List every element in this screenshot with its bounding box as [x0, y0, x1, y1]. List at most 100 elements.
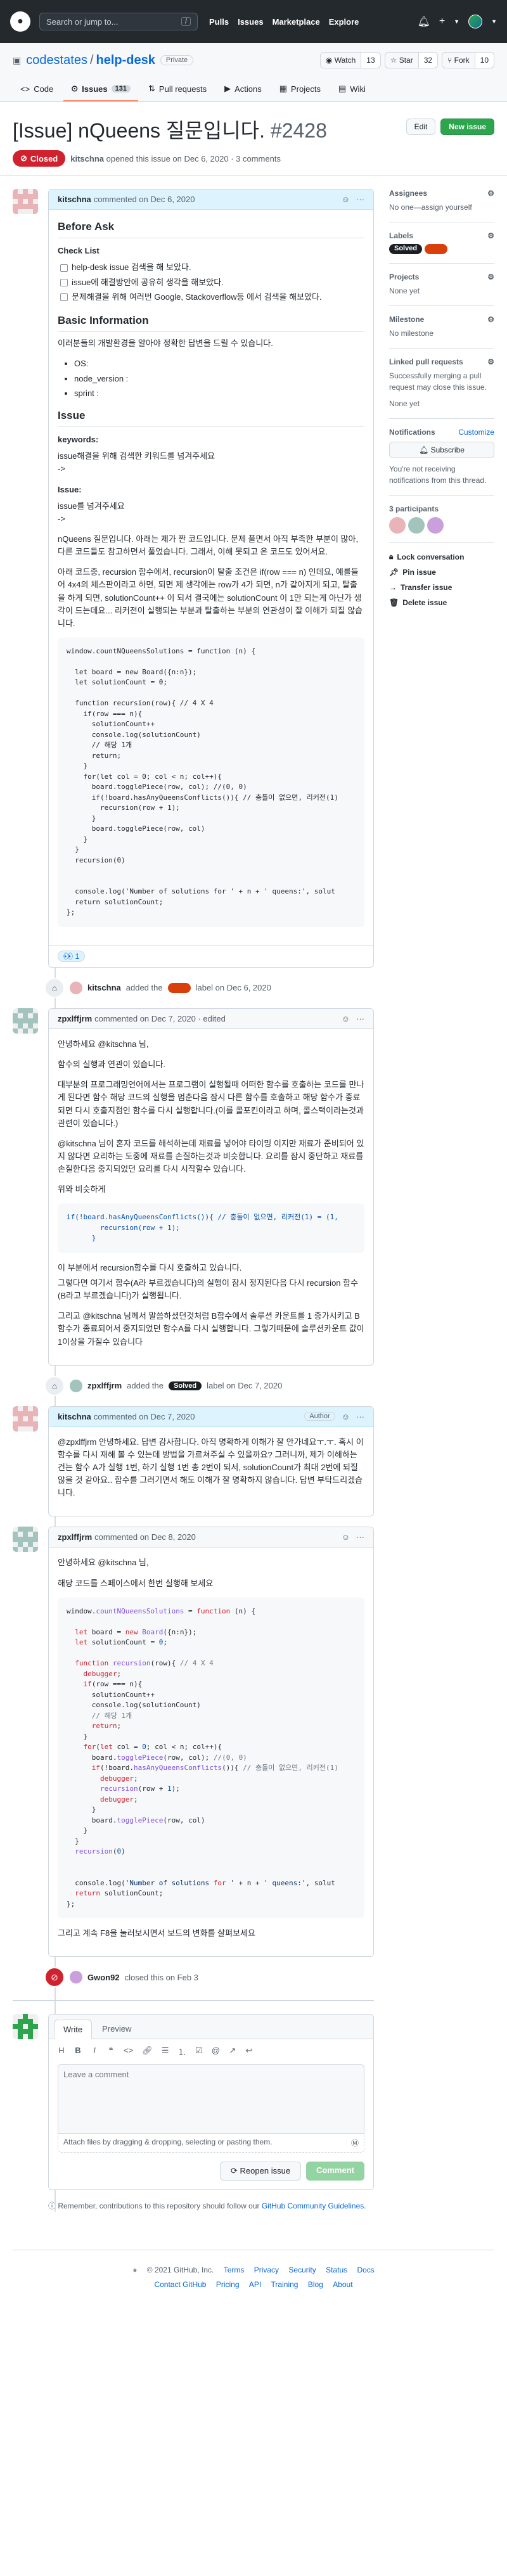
guidelines-link[interactable]: GitHub Community Guidelines [262, 2201, 364, 2210]
github-logo-icon[interactable]: ● [10, 11, 30, 32]
avatar[interactable] [70, 1971, 82, 1984]
footer-link[interactable]: Training [271, 2280, 298, 2289]
unordered-list-icon[interactable]: ☰ [162, 2046, 169, 2058]
search-input[interactable]: Search or jump to... / [39, 13, 198, 30]
avatar[interactable] [70, 1379, 82, 1392]
pin-issue-link[interactable]: 📌︎ Pin issue [389, 568, 494, 577]
tab-wiki[interactable]: ▤ Wiki [331, 77, 373, 101]
smiley-icon[interactable]: ☺ [342, 1412, 350, 1421]
label-chip[interactable]: Solved [389, 244, 423, 254]
italic-icon[interactable]: I [91, 2046, 98, 2058]
reaction-eyes[interactable]: 👀︎ 1 [58, 950, 86, 962]
footer-link[interactable]: About [333, 2280, 352, 2289]
checkbox[interactable] [60, 293, 68, 301]
label-chip[interactable] [167, 982, 191, 993]
file-attach-area[interactable]: Attach files by dragging & dropping, sel… [58, 2134, 364, 2153]
avatar[interactable] [389, 517, 406, 534]
avatar[interactable] [408, 517, 425, 534]
event-actor[interactable]: kitschna [87, 983, 121, 992]
footer-link[interactable]: Docs [357, 2265, 374, 2274]
link-icon[interactable]: 🔗︎ [142, 2046, 153, 2058]
fork-button[interactable]: ⑂ Fork 10 [442, 52, 494, 68]
comment-button[interactable]: Comment [306, 2162, 364, 2181]
comment-textarea[interactable]: Leave a comment [58, 2064, 364, 2134]
sidebar-labels[interactable]: Labels ⚙ Solved [389, 231, 494, 264]
code-icon[interactable]: <> [124, 2046, 133, 2058]
nav-marketplace[interactable]: Marketplace [273, 17, 320, 27]
nav-explore[interactable]: Explore [329, 17, 359, 27]
label-chip[interactable] [425, 244, 448, 254]
bell-icon[interactable]: 🔔︎ [418, 15, 430, 28]
transfer-issue-link[interactable]: → Transfer issue [389, 583, 494, 592]
bold-icon[interactable]: B [74, 2046, 82, 2058]
footer-link[interactable]: Security [288, 2265, 316, 2274]
sidebar-projects[interactable]: Projects ⚙ None yet [389, 272, 494, 306]
avatar[interactable] [13, 1527, 38, 1553]
chevron-down-icon[interactable]: ▼ [491, 18, 497, 25]
comment-timestamp[interactable]: commented on Dec 7, 2020 [94, 1412, 195, 1421]
nav-issues[interactable]: Issues [238, 17, 263, 27]
sidebar-milestone[interactable]: Milestone ⚙ No milestone [389, 315, 494, 349]
edit-button[interactable]: Edit [406, 119, 436, 135]
tab-preview[interactable]: Preview [93, 2020, 140, 2039]
footer-link[interactable]: Privacy [254, 2265, 279, 2274]
gear-icon[interactable]: ⚙ [487, 231, 494, 240]
watch-count[interactable]: 13 [361, 53, 380, 68]
avatar[interactable] [13, 189, 38, 214]
smiley-icon[interactable]: ☺ [342, 1532, 350, 1542]
star-count[interactable]: 32 [418, 53, 438, 68]
kebab-menu-icon[interactable]: ··· [356, 1412, 364, 1421]
footer-link[interactable]: Status [326, 2265, 347, 2274]
footer-link[interactable]: Terms [224, 2265, 245, 2274]
comment-author[interactable]: zpxlffjrm [58, 1014, 92, 1023]
comment-timestamp[interactable]: commented on Dec 6, 2020 [94, 195, 195, 204]
assignees-value[interactable]: No one—assign yourself [389, 202, 494, 213]
fork-count[interactable]: 10 [474, 53, 494, 68]
sidebar-assignees[interactable]: Assignees ⚙ No one—assign yourself [389, 189, 494, 222]
gear-icon[interactable]: ⚙ [487, 357, 494, 366]
tab-issues[interactable]: ⊙ Issues 131 [63, 77, 139, 101]
repo-owner[interactable]: codestates [26, 53, 87, 68]
avatar[interactable] [13, 1008, 38, 1034]
new-issue-button[interactable]: New issue [440, 119, 494, 135]
footer-link[interactable]: Blog [308, 2280, 323, 2289]
star-button[interactable]: ☆ Star 32 [384, 52, 439, 68]
event-actor[interactable]: Gwon92 [87, 1973, 120, 1982]
label-chip[interactable]: Solved [169, 1381, 202, 1390]
mention-icon[interactable]: @ [212, 2046, 220, 2058]
chevron-down-icon[interactable]: ▼ [454, 18, 459, 25]
lock-conversation-link[interactable]: 🔒︎ Lock conversation [389, 552, 494, 561]
avatar[interactable] [13, 2014, 38, 2040]
comment-timestamp[interactable]: commented on Dec 7, 2020 · edited [94, 1014, 226, 1023]
avatar[interactable] [13, 1406, 38, 1432]
smiley-icon[interactable]: ☺ [342, 195, 350, 204]
comment-timestamp[interactable]: commented on Dec 8, 2020 [94, 1532, 196, 1542]
markdown-icon[interactable]: Ⓜ [351, 2137, 359, 2148]
tab-code[interactable]: <> Code [13, 77, 61, 101]
footer-link[interactable]: Contact GitHub [154, 2280, 206, 2289]
reply-icon[interactable]: ↩ [245, 2046, 253, 2058]
tab-write[interactable]: Write [54, 2020, 93, 2040]
sidebar-linked-prs[interactable]: Linked pull requests ⚙ Successfully mergi… [389, 357, 494, 419]
tab-projects[interactable]: ▦ Projects [272, 77, 328, 101]
github-mark-icon[interactable]: ● [132, 2265, 137, 2274]
heading-icon[interactable]: H [58, 2046, 65, 2058]
tab-actions[interactable]: ▶ Actions [217, 77, 269, 101]
comment-author[interactable]: zpxlffjrm [58, 1532, 92, 1542]
kebab-menu-icon[interactable]: ··· [356, 1532, 364, 1542]
nav-pulls[interactable]: Pulls [209, 17, 229, 27]
gear-icon[interactable]: ⚙ [487, 272, 494, 281]
reopen-issue-button[interactable]: ⟳ Reopen issue [220, 2162, 302, 2181]
avatar[interactable] [70, 981, 82, 994]
customize-link[interactable]: Customize [458, 428, 494, 437]
subscribe-button[interactable]: 🔔︎ Subscribe [389, 442, 494, 458]
gear-icon[interactable]: ⚙ [487, 315, 494, 324]
avatar[interactable] [427, 517, 444, 534]
checkbox[interactable] [60, 264, 68, 272]
delete-issue-link[interactable]: 🗑︎ Delete issue [389, 598, 494, 607]
tab-pull-requests[interactable]: ⇅ Pull requests [141, 77, 214, 101]
watch-button[interactable]: ◉ Watch 13 [319, 52, 381, 68]
comment-author[interactable]: kitschna [58, 1412, 91, 1421]
task-list-icon[interactable]: ☑ [195, 2046, 203, 2058]
footer-link[interactable]: API [249, 2280, 261, 2289]
